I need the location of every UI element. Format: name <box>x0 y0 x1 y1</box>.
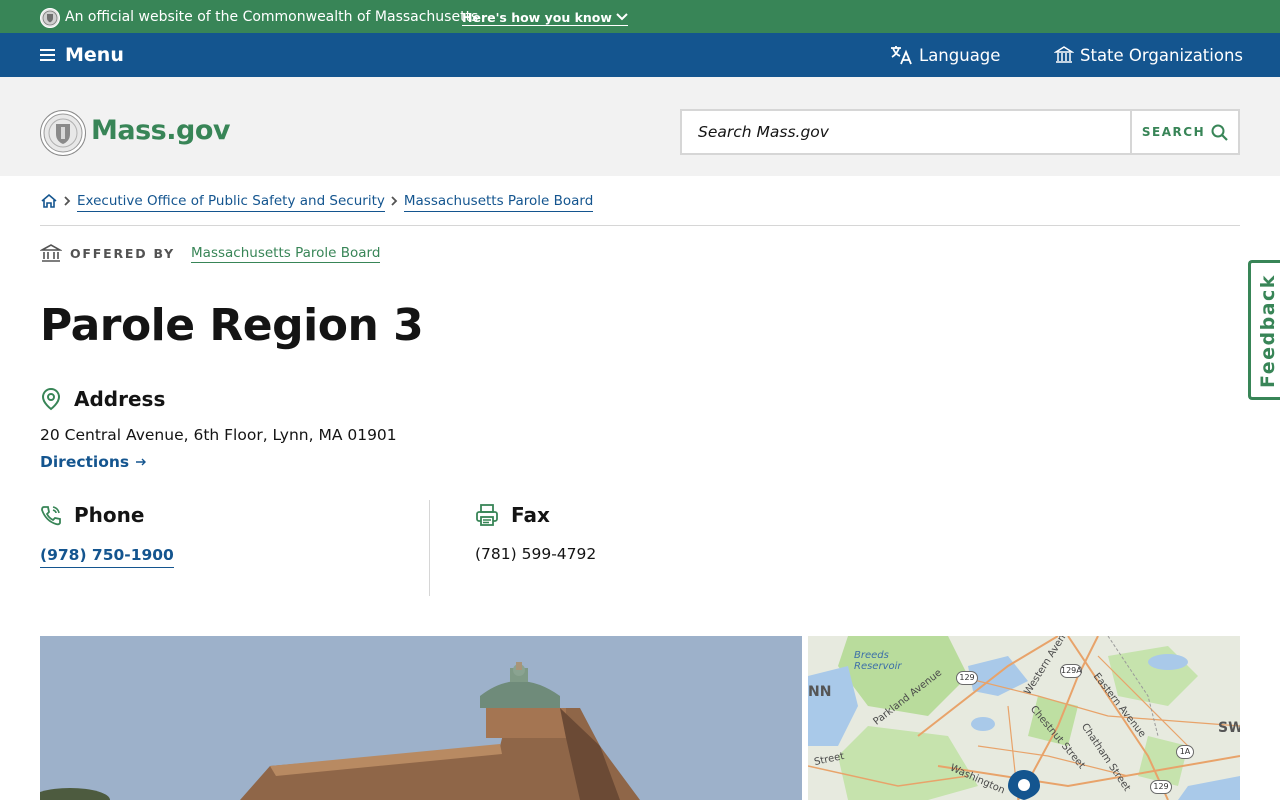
translate-icon <box>891 46 912 65</box>
address-text: 20 Central Avenue, 6th Floor, Lynn, MA 0… <box>40 426 397 444</box>
feedback-label: Feedback <box>1257 274 1279 388</box>
search-form: SEARCH <box>680 109 1240 155</box>
official-text: An official website of the Commonwealth … <box>65 9 479 25</box>
breadcrumb-item-parole-board[interactable]: Massachusetts Parole Board <box>403 192 594 212</box>
map-pin-icon <box>41 387 61 411</box>
map-label-sw: SW <box>1218 720 1240 736</box>
how-you-know-link[interactable]: Here's how you know <box>462 10 628 26</box>
hamburger-icon <box>40 49 55 61</box>
phone-heading-label: Phone <box>74 503 145 527</box>
search-button[interactable]: SEARCH <box>1130 111 1238 153</box>
how-you-know-label: Here's how you know <box>462 10 612 25</box>
map-label-nn: NN <box>808 684 832 700</box>
directions-label: Directions <box>40 453 130 471</box>
state-organizations-button[interactable]: State Organizations <box>1054 43 1243 67</box>
page-title: Parole Region 3 <box>40 300 424 351</box>
directions-link[interactable]: Directions <box>40 453 147 471</box>
breadcrumb: Executive Office of Public Safety and Se… <box>40 190 1240 226</box>
search-input[interactable] <box>682 111 1130 153</box>
menu-button[interactable]: Menu <box>40 43 124 67</box>
state-seal-icon <box>40 8 60 28</box>
official-banner: An official website of the Commonwealth … <box>0 0 1280 33</box>
state-organizations-label: State Organizations <box>1080 45 1244 65</box>
offered-by: OFFERED BY Massachusetts Parole Board <box>40 242 381 264</box>
site-logo-text[interactable]: Mass.gov <box>91 115 230 146</box>
menu-label: Menu <box>65 44 124 66</box>
search-button-label: SEARCH <box>1141 125 1206 139</box>
building-photo <box>40 636 802 800</box>
arrow-right-icon <box>135 458 146 466</box>
building-photo-graphic <box>40 636 802 800</box>
fax-number: (781) 599-4792 <box>475 545 597 563</box>
navbar: Menu Language State Organizations <box>0 33 1280 77</box>
home-icon[interactable] <box>40 193 58 209</box>
building-icon <box>40 244 62 262</box>
fax-heading-label: Fax <box>511 503 550 527</box>
feedback-tab[interactable]: Feedback <box>1248 260 1280 400</box>
phone-heading: Phone <box>40 503 144 527</box>
fax-heading: Fax <box>475 503 550 527</box>
map-label-breeds-reservoir: Breeds Reservoir <box>854 650 902 672</box>
route-shield: 129A <box>1060 664 1082 678</box>
chevron-right-icon <box>64 196 71 206</box>
address-heading: Address <box>40 387 165 411</box>
phone-icon <box>41 506 61 526</box>
offered-by-org-link[interactable]: Massachusetts Parole Board <box>191 244 381 263</box>
offered-by-label: OFFERED BY <box>70 245 176 261</box>
phone-link[interactable]: (978) 750-1900 <box>40 545 174 568</box>
route-shield: 1A <box>1176 745 1194 759</box>
route-shield: 129 <box>1150 780 1172 794</box>
mass-seal-icon[interactable] <box>40 110 86 156</box>
language-button[interactable]: Language <box>889 43 1000 67</box>
route-shield: 129 <box>956 671 978 685</box>
chevron-right-icon <box>391 196 398 206</box>
address-heading-label: Address <box>74 387 166 411</box>
location-map[interactable]: Breeds Reservoir Parkland Avenue Western… <box>808 636 1240 800</box>
language-label: Language <box>919 45 1001 65</box>
site-header: Mass.gov SEARCH <box>0 77 1280 176</box>
search-icon <box>1211 124 1228 141</box>
breadcrumb-item-eopss[interactable]: Executive Office of Public Safety and Se… <box>77 192 385 212</box>
fax-printer-icon <box>476 504 498 526</box>
chevron-down-icon <box>616 13 628 21</box>
contact-divider <box>429 500 430 596</box>
building-icon <box>1054 46 1074 63</box>
